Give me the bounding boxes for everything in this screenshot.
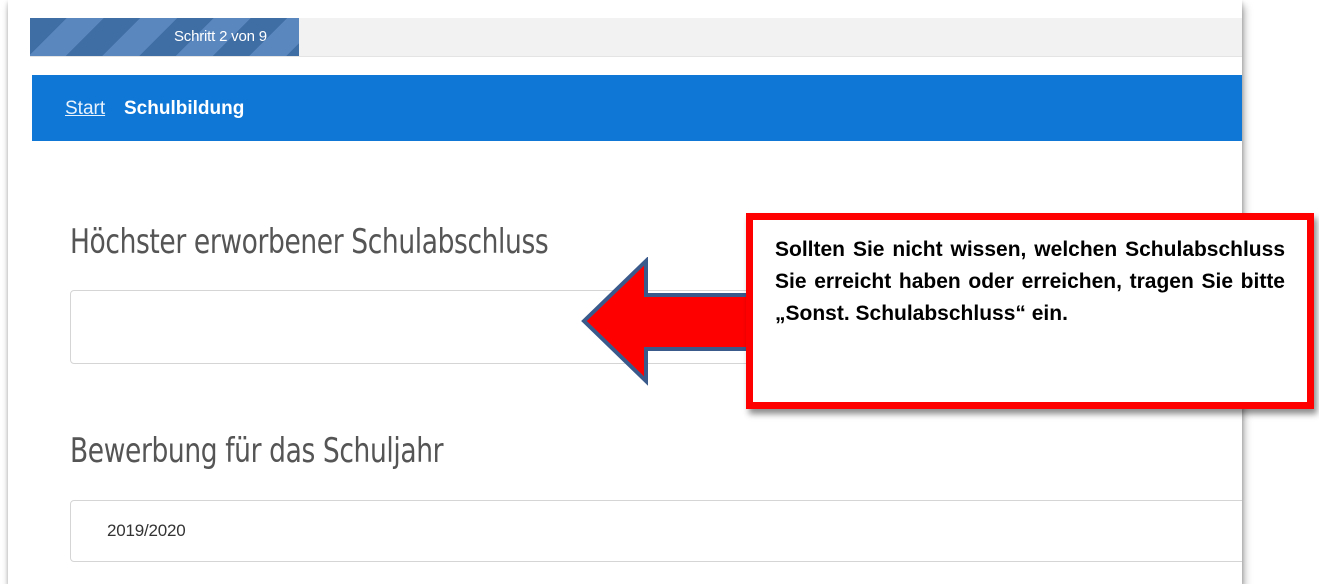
- school-degree-heading: Höchster erworbener Schulabschluss: [70, 222, 549, 262]
- school-year-value: 2019/2020: [107, 521, 186, 540]
- school-year-heading: Bewerbung für das Schuljahr: [70, 431, 444, 471]
- breadcrumb-start-link[interactable]: Start: [65, 98, 105, 120]
- breadcrumb: Start Schulbildung: [32, 75, 1242, 141]
- progress-bar-fill: Schritt 2 von 9: [30, 18, 300, 56]
- progress-label: Schritt 2 von 9: [174, 28, 267, 45]
- breadcrumb-current: Schulbildung: [124, 98, 245, 119]
- school-year-field[interactable]: 2019/2020: [70, 500, 1242, 562]
- left-arrow-icon: [581, 257, 750, 386]
- hint-callout-text: Sollten Sie nicht wissen, welchen Schula…: [775, 238, 1285, 325]
- hint-callout: Sollten Sie nicht wissen, welchen Schula…: [746, 213, 1314, 409]
- progress-bar: Schritt 2 von 9: [30, 18, 1242, 57]
